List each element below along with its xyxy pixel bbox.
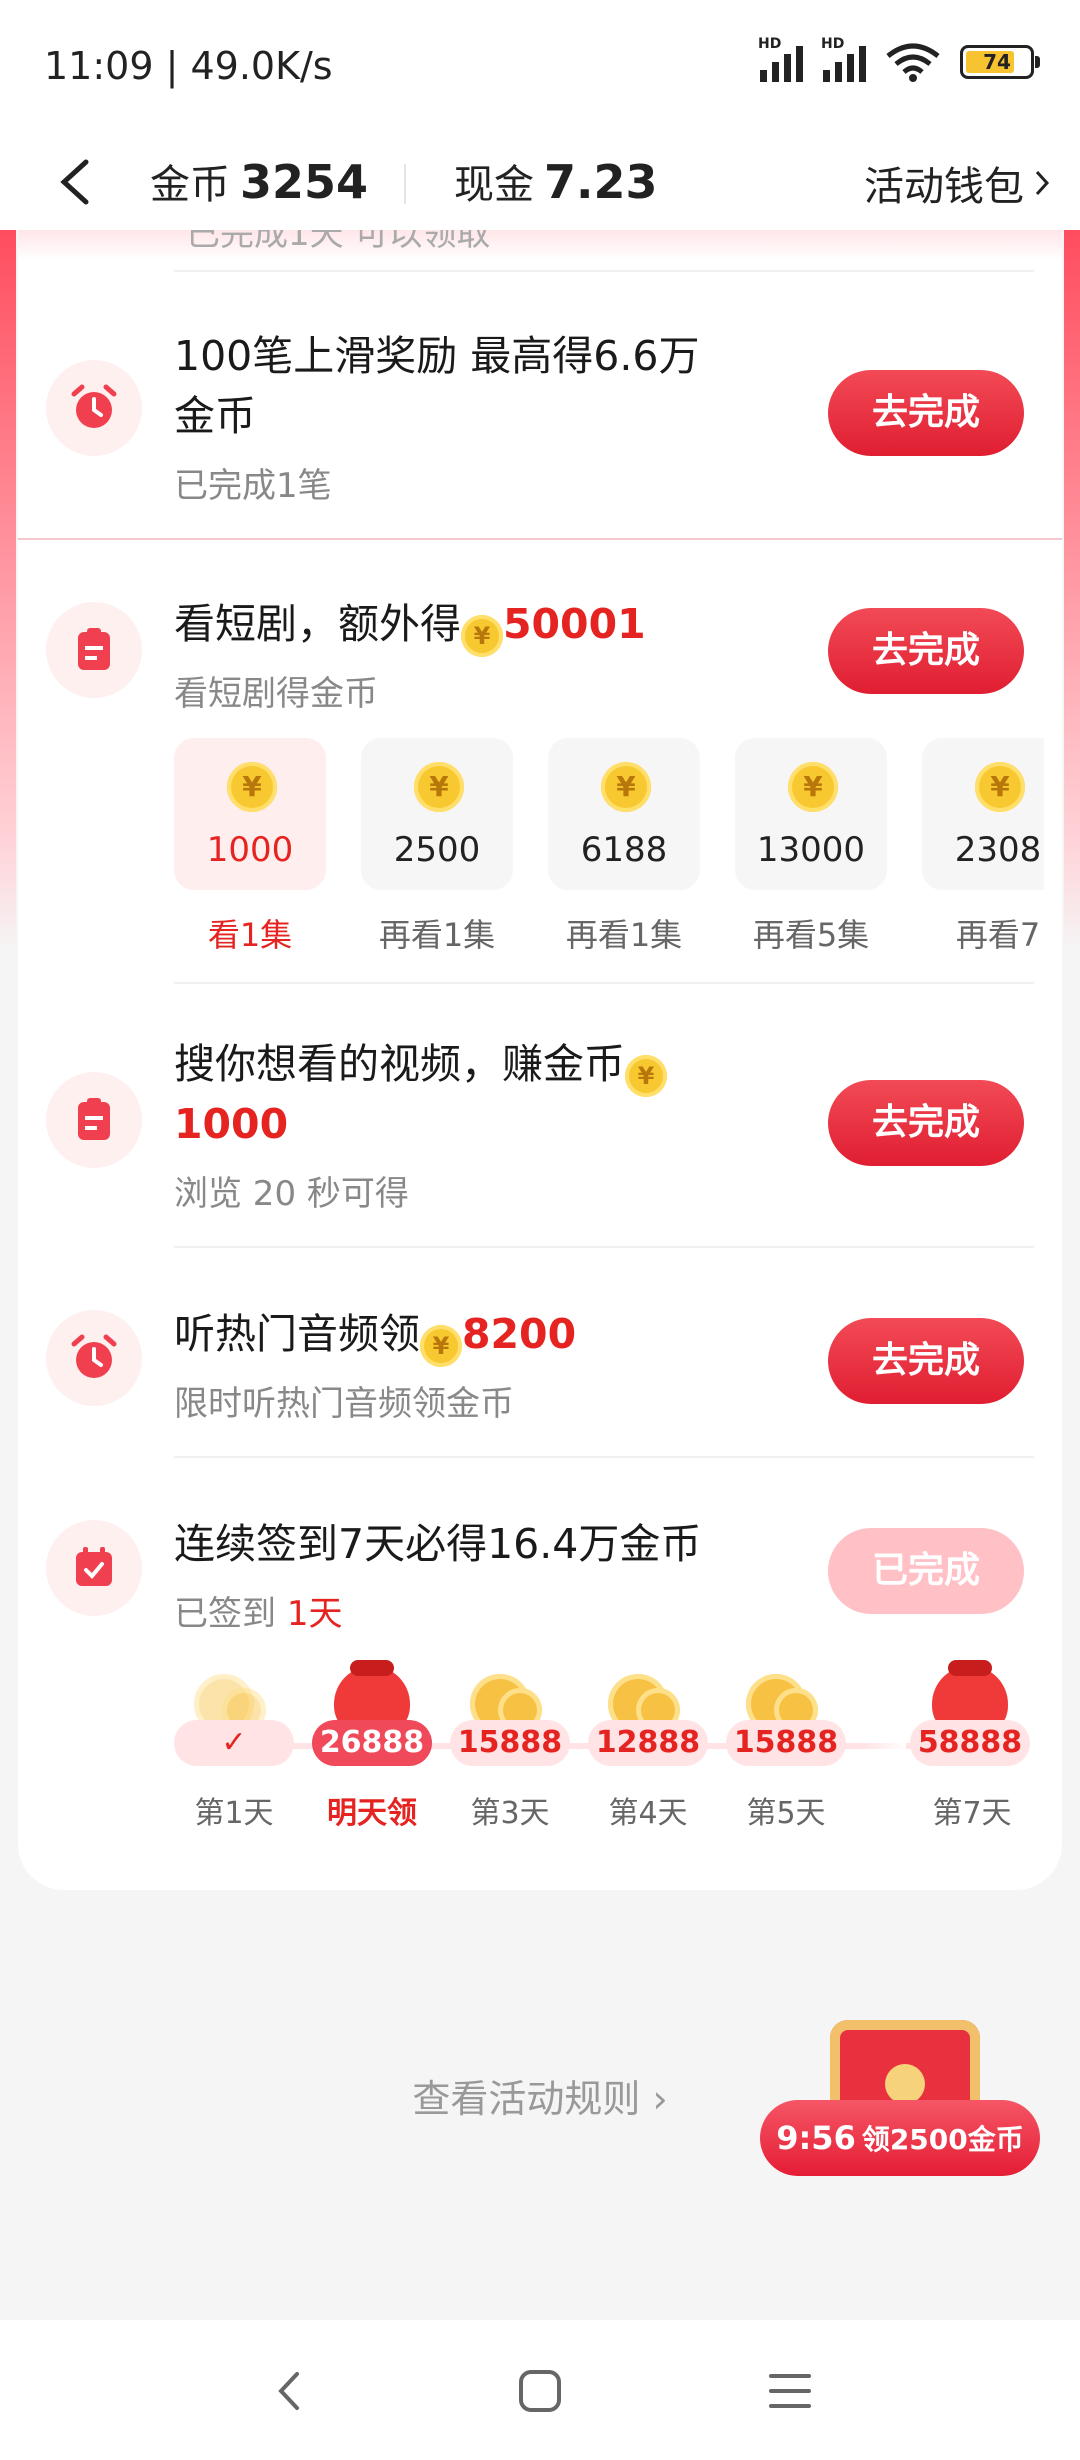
- alarm-clock-icon: [46, 360, 142, 456]
- system-nav-bar: [0, 2320, 1080, 2460]
- go-complete-button[interactable]: 去完成: [828, 1318, 1024, 1404]
- coins-balance: 金币 3254: [150, 155, 369, 209]
- back-arrow-icon[interactable]: [54, 158, 94, 206]
- episode-rewards: ¥1000 看1集 ¥2500 再看1集 ¥6188 再看1集 ¥13000 再…: [174, 738, 1044, 968]
- task-subtitle: 看短剧得金币: [174, 674, 378, 714]
- coin-icon: ¥: [625, 1055, 667, 1097]
- task-subtitle: 限时听热门音频领金币: [174, 1384, 514, 1424]
- cut-off-text: 已完成1天 可以领取: [186, 230, 586, 248]
- clipboard-icon: [46, 1072, 142, 1168]
- wifi-icon: [886, 43, 940, 82]
- chest-timer-badge[interactable]: 9:56 领2500金币: [760, 2100, 1040, 2176]
- coin-icon: ¥: [788, 762, 838, 812]
- task-title: 看短剧，额外得 ¥50001: [174, 594, 646, 657]
- signin-day: 15888 第5天: [726, 1660, 846, 1831]
- signal-icon: HD: [758, 36, 803, 82]
- task-subtitle: 浏览 20 秒可得: [174, 1174, 409, 1214]
- signin-day: 12888 第4天: [588, 1660, 708, 1831]
- nav-menu-icon[interactable]: [765, 2366, 815, 2416]
- coin-icon: ¥: [414, 762, 464, 812]
- clipboard-icon: [46, 602, 142, 698]
- task-title: 连续签到7天必得16.4万金币: [174, 1520, 702, 1568]
- coin-icon: ¥: [227, 762, 277, 812]
- signin-day: 26888 明天领: [312, 1660, 432, 1831]
- task-reward: 1000: [174, 1100, 289, 1148]
- signin-day: 58888 第7天: [910, 1660, 1034, 1831]
- task-subtitle: 已签到 1天: [174, 1594, 343, 1634]
- coin-icon: ¥: [420, 1325, 462, 1367]
- side-decoration: [0, 230, 16, 950]
- task-title-line2: 金币: [174, 392, 256, 440]
- signin-day: 15888 第3天: [450, 1660, 570, 1831]
- coin-icon: ¥: [975, 762, 1025, 812]
- activity-wallet-link[interactable]: 活动钱包: [864, 154, 1050, 212]
- header-divider: [404, 164, 406, 204]
- episode-reward-item[interactable]: ¥2500 再看1集: [361, 738, 513, 956]
- top-header: 金币 3254 现金 7.23 活动钱包: [0, 130, 1080, 230]
- cash-balance: 现金 7.23: [454, 155, 658, 209]
- status-bar: 11:09 | 49.0K/s HD HD 74: [0, 0, 1080, 130]
- task-title: 100笔上滑奖励 最高得6.6万: [174, 332, 700, 380]
- nav-home-icon[interactable]: [515, 2366, 565, 2416]
- task-list-card: 已完成1天 可以领取 100笔上滑奖励 最高得6.6万 金币 已完成1笔 去完成…: [18, 230, 1062, 1890]
- task-subtitle: 已完成1笔: [174, 466, 332, 506]
- chevron-right-icon: [1035, 170, 1050, 196]
- task-title: 听热门音频领 ¥8200: [174, 1304, 576, 1367]
- completed-button[interactable]: 已完成: [828, 1528, 1024, 1614]
- side-decoration: [1064, 230, 1080, 950]
- nav-back-icon[interactable]: [265, 2366, 315, 2416]
- episode-reward-item[interactable]: ¥13000 再看5集: [735, 738, 887, 956]
- signal-icon: HD: [821, 36, 866, 82]
- coin-icon: ¥: [601, 762, 651, 812]
- go-complete-button[interactable]: 去完成: [828, 370, 1024, 456]
- coin-icon: ¥: [461, 615, 503, 657]
- task-title: 搜你想看的视频，赚金币 ¥: [174, 1034, 667, 1097]
- episode-reward-item[interactable]: ¥6188 再看1集: [548, 738, 700, 956]
- episode-reward-item[interactable]: ¥1000 看1集: [174, 738, 326, 956]
- calendar-icon: [46, 1520, 142, 1616]
- signin-day: ✓ 第1天: [174, 1660, 294, 1831]
- treasure-chest-widget[interactable]: 9:56 领2500金币: [760, 1990, 1040, 2230]
- battery-icon: 74: [960, 45, 1040, 79]
- go-complete-button[interactable]: 去完成: [828, 1080, 1024, 1166]
- episode-reward-item[interactable]: ¥2308 再看7: [922, 738, 1044, 956]
- status-time: 11:09 | 49.0K/s: [44, 44, 333, 88]
- go-complete-button[interactable]: 去完成: [828, 608, 1024, 694]
- signin-progress: ✓ 第1天 26888 明天领 15888 第3天 12888 第4天 1588…: [174, 1660, 1034, 1840]
- alarm-clock-icon: [46, 1310, 142, 1406]
- status-icons: HD HD 74: [758, 36, 1040, 82]
